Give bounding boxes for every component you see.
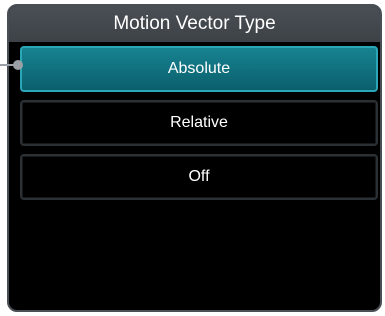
relative-option-button[interactable]: Relative bbox=[20, 100, 378, 146]
callout-marker-icon bbox=[13, 60, 23, 70]
absolute-option-button[interactable]: Absolute bbox=[20, 46, 378, 92]
off-option-button[interactable]: Off bbox=[20, 154, 378, 200]
motion-vector-type-dialog: Motion Vector Type Absolute Relative Off bbox=[7, 4, 382, 312]
dialog-title: Motion Vector Type bbox=[9, 6, 380, 42]
